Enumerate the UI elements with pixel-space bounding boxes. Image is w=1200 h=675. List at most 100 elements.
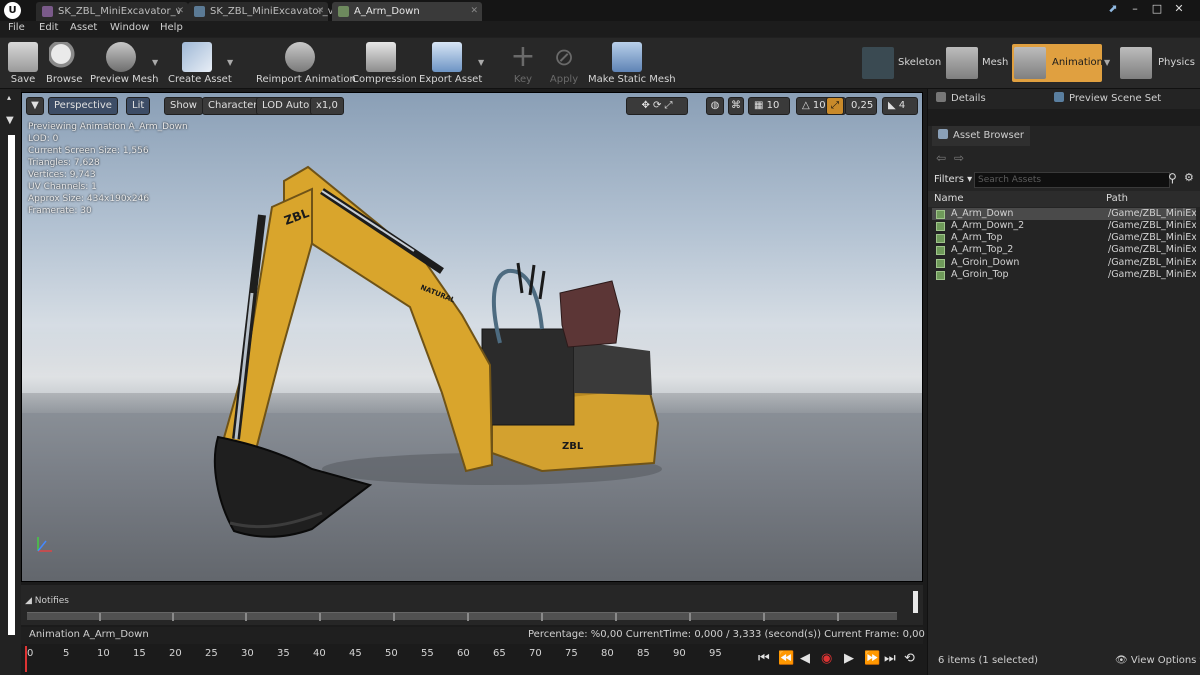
- tick-label: 30: [241, 648, 254, 659]
- scale-snap-value[interactable]: 0,25: [845, 97, 877, 115]
- menu-edit[interactable]: Edit: [39, 22, 58, 33]
- mode-physics-button[interactable]: Physics: [1118, 44, 1198, 82]
- save-button[interactable]: Save: [8, 40, 38, 88]
- filters-button[interactable]: Filters ▾: [934, 174, 972, 185]
- chevron-down-icon[interactable]: ▼: [227, 58, 233, 67]
- lod-button[interactable]: LOD Auto: [256, 97, 316, 115]
- chevron-down-icon[interactable]: ▼: [478, 58, 484, 67]
- tick-label: 20: [169, 648, 182, 659]
- asset-row[interactable]: A_Arm_Down_2 /Game/ZBL_MiniExc: [932, 220, 1196, 232]
- tab-asset-browser[interactable]: Asset Browser: [932, 126, 1031, 146]
- playback-speed-button[interactable]: x1,0: [310, 97, 344, 115]
- tab-preview-scene-settings[interactable]: Preview Scene Set: [1054, 89, 1161, 109]
- feedback-icon[interactable]: ⬈: [1106, 2, 1120, 16]
- asset-row[interactable]: A_Groin_Top /Game/ZBL_MiniExc: [932, 269, 1196, 281]
- tab-animation-asset[interactable]: A_Arm_Down ✕: [332, 2, 482, 21]
- globe-icon: [1054, 92, 1064, 102]
- notifies-scroll-handle[interactable]: [913, 591, 918, 613]
- viewport[interactable]: ZBL NATURAL ZBL ▼ Perspective Lit Show C…: [21, 92, 923, 582]
- surface-snap-button[interactable]: ⌘: [728, 97, 744, 115]
- viewport-stats: Previewing Animation A_Arm_Down LOD: 0 C…: [28, 122, 188, 216]
- asset-row[interactable]: A_Arm_Top /Game/ZBL_MiniExc: [932, 232, 1196, 244]
- compression-button[interactable]: Compression: [352, 40, 417, 88]
- view-options-button[interactable]: 👁 View Options ▾: [1115, 655, 1200, 666]
- eye-icon: 👁: [1115, 655, 1128, 666]
- close-icon[interactable]: ✕: [176, 2, 184, 21]
- toolbar: Save Browse Preview Mesh ▼ Create Asset …: [0, 37, 1200, 89]
- make-static-mesh-button[interactable]: Make Static Mesh: [588, 40, 676, 88]
- reimport-animation-button[interactable]: Reimport Animation: [256, 40, 356, 88]
- perspective-button[interactable]: Perspective: [48, 97, 118, 115]
- play-icon[interactable]: ▶: [844, 650, 854, 668]
- asset-row[interactable]: A_Groin_Down /Game/ZBL_MiniExc: [932, 257, 1196, 269]
- left-strip: ▴ ▼: [0, 89, 21, 675]
- notifies-track[interactable]: [27, 612, 897, 621]
- menu-file[interactable]: File: [8, 22, 25, 33]
- animation-name: A_Arm_Down: [83, 629, 149, 640]
- column-header-path[interactable]: Path: [1106, 193, 1128, 204]
- tab-skeleton-asset[interactable]: SK_ZBL_MiniExcavator_v ✕: [36, 2, 188, 21]
- character-button[interactable]: Character: [202, 97, 264, 115]
- menu-window[interactable]: Window: [110, 22, 149, 33]
- step-forward-icon[interactable]: ⏩: [864, 650, 880, 668]
- loop-icon[interactable]: ⟲: [904, 650, 915, 668]
- lit-button[interactable]: Lit: [126, 97, 151, 115]
- unreal-logo-icon[interactable]: U: [4, 2, 21, 19]
- skip-to-end-icon[interactable]: ⏭: [884, 650, 896, 668]
- tick-label: 0: [27, 648, 34, 659]
- mode-animation-button[interactable]: Animation: [1012, 44, 1103, 82]
- maximize-icon[interactable]: □: [1150, 2, 1164, 16]
- tab-details[interactable]: Details: [936, 89, 986, 109]
- search-icon[interactable]: ⚲: [1168, 171, 1177, 185]
- animation-mode-icon: [1014, 47, 1046, 79]
- chevron-down-icon[interactable]: ▼: [152, 58, 158, 67]
- animation-asset-icon: [936, 259, 945, 268]
- transform-mode-group[interactable]: ✥ ⟳ ⤢: [626, 97, 688, 115]
- play-reverse-icon[interactable]: ◀: [800, 650, 810, 668]
- show-button[interactable]: Show: [164, 97, 203, 115]
- menu-asset[interactable]: Asset: [70, 22, 97, 33]
- camera-speed-button[interactable]: ◣ 4: [882, 97, 918, 115]
- browse-button[interactable]: Browse: [46, 40, 82, 88]
- tab-mesh-asset[interactable]: SK_ZBL_MiniExcavator_v ✕: [188, 2, 334, 21]
- asset-row[interactable]: A_Arm_Top_2 /Game/ZBL_MiniExc: [932, 244, 1196, 256]
- key-button[interactable]: + Key: [508, 40, 538, 88]
- notifies-header[interactable]: ◢ Notifies: [25, 596, 69, 606]
- asset-row[interactable]: A_Arm_Down /Game/ZBL_MiniExc: [932, 208, 1196, 220]
- tick-label: 90: [673, 648, 686, 659]
- scale-snap-toggle[interactable]: ⤢: [826, 97, 844, 115]
- record-icon[interactable]: ◉: [821, 650, 832, 668]
- column-header-name[interactable]: Name: [934, 193, 964, 204]
- tick-label: 5: [63, 648, 70, 659]
- skip-to-start-icon[interactable]: ⏮: [758, 650, 770, 668]
- create-asset-icon: [182, 42, 212, 72]
- close-icon[interactable]: ✕: [316, 2, 324, 21]
- tick-label: 70: [529, 648, 542, 659]
- filter-icon[interactable]: ▼: [6, 115, 14, 126]
- mode-skeleton-button[interactable]: Skeleton: [860, 44, 941, 82]
- forward-arrow-icon[interactable]: ⇨: [954, 151, 964, 165]
- axis-gizmo-icon: [37, 537, 52, 552]
- track-divider: [467, 613, 469, 621]
- export-asset-button[interactable]: Export Asset: [419, 40, 482, 88]
- chevron-down-icon: ▼: [31, 100, 39, 111]
- grid-snap-button[interactable]: ▦ 10: [748, 97, 790, 115]
- close-icon[interactable]: ✕: [470, 2, 478, 21]
- timeline-scrubber[interactable]: 0 5 10 15 20 25 30 35 40 45 50 55 60 65 …: [21, 646, 745, 672]
- create-asset-button[interactable]: Create Asset: [168, 40, 232, 88]
- window-close-icon[interactable]: ✕: [1172, 2, 1186, 16]
- side-scrollbar[interactable]: [8, 135, 15, 635]
- settings-icon[interactable]: ⚙: [1184, 171, 1194, 184]
- minimize-icon[interactable]: –: [1128, 2, 1142, 16]
- step-back-icon[interactable]: ⏪: [778, 650, 794, 668]
- mode-mesh-button[interactable]: Mesh: [944, 44, 1010, 82]
- preview-mesh-button[interactable]: Preview Mesh: [90, 40, 158, 88]
- menu-help[interactable]: Help: [160, 22, 183, 33]
- local-space-button[interactable]: ◍: [706, 97, 724, 115]
- apply-button[interactable]: ⊘ Apply: [548, 40, 580, 88]
- skeleton-icon: [42, 6, 53, 17]
- viewport-options-button[interactable]: ▼: [26, 97, 44, 115]
- back-arrow-icon[interactable]: ⇦: [936, 151, 946, 165]
- chevron-down-icon[interactable]: ▼: [1104, 58, 1110, 67]
- search-input[interactable]: Search Assets: [974, 172, 1170, 188]
